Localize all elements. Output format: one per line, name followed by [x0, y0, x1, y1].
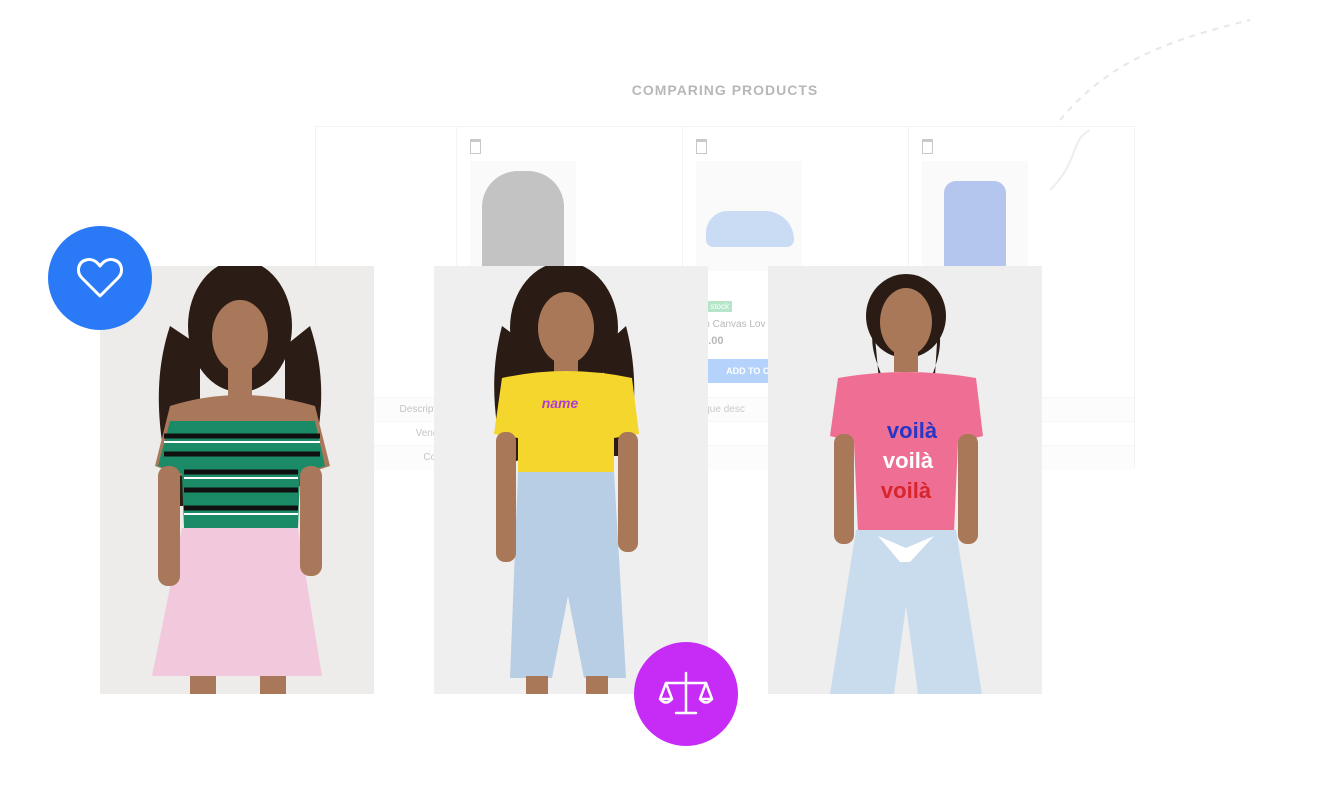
scale-icon: [658, 671, 714, 715]
tshirt-print-text: voilà: [881, 478, 932, 503]
heart-icon: [77, 258, 123, 298]
sneaker-image[interactable]: [696, 161, 802, 271]
hoodie-image[interactable]: [470, 161, 576, 271]
wishlist-button[interactable]: [48, 226, 152, 330]
product-photo-pink-tee[interactable]: voilà voilà voilà: [768, 266, 1042, 694]
product-photo-yellow-tee[interactable]: name: [434, 266, 708, 694]
trash-icon[interactable]: [470, 139, 481, 154]
model-illustration: name: [494, 266, 639, 694]
product-photo-striped-top[interactable]: [100, 266, 374, 694]
tshirt-print-text: name: [542, 395, 579, 411]
compare-button[interactable]: [634, 642, 738, 746]
tshirt-print-text: voilà: [887, 418, 938, 443]
trash-icon[interactable]: [922, 139, 933, 154]
model-illustration: voilà voilà voilà: [830, 274, 983, 694]
polo-image[interactable]: [922, 161, 1028, 271]
model-illustration: [152, 266, 330, 694]
tshirt-print-text: voilà: [883, 448, 934, 473]
trash-icon[interactable]: [696, 139, 707, 154]
